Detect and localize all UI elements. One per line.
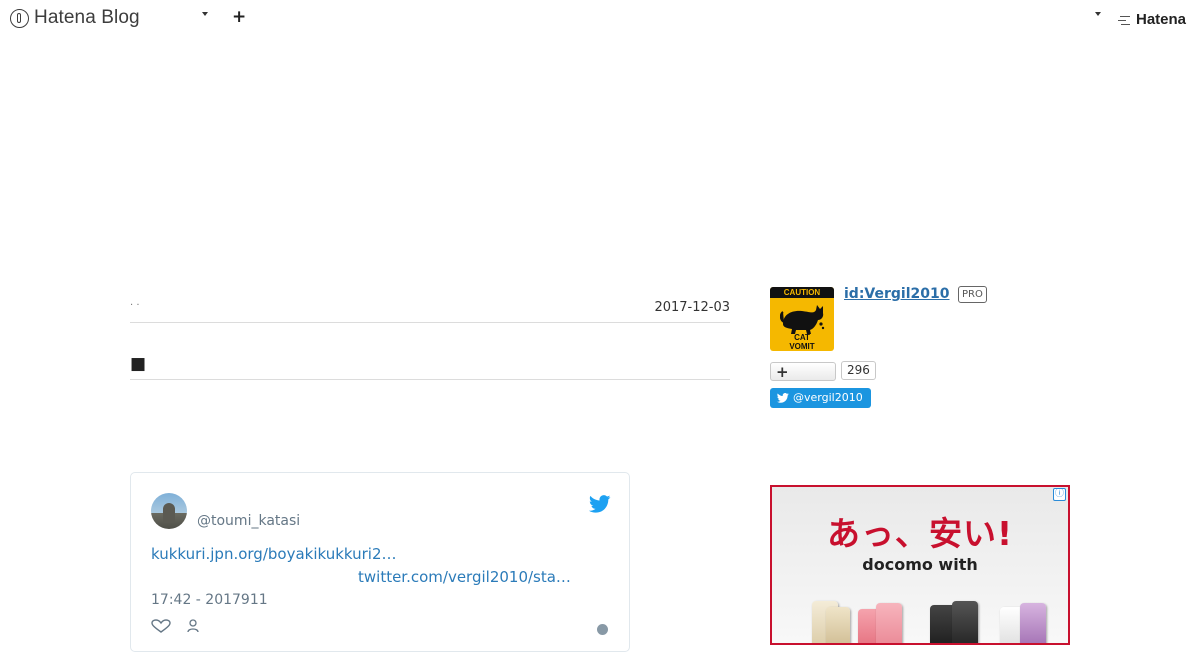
- ad-phone-pink-2: [876, 603, 902, 643]
- advertisement-banner[interactable]: ⓘ あっ、安い! docomo with: [770, 485, 1070, 645]
- embedded-tweet: @toumi_katasi kukkuri.jpn.org/boyakikukk…: [130, 472, 630, 652]
- blog-menu-chevron-down-icon[interactable]: [202, 12, 208, 16]
- tweet-link-2[interactable]: twitter.com/vergil2010/sta…: [358, 568, 571, 586]
- hatena-mark-icon: [1118, 14, 1132, 26]
- ad-phone-gold-2: [826, 607, 850, 643]
- ad-phone-purple: [1020, 603, 1046, 643]
- heart-icon[interactable]: [151, 619, 171, 633]
- hatena-blog-logo-text: Hatena Blog: [34, 7, 140, 28]
- entry-title-text[interactable]: ■: [130, 354, 146, 374]
- date-prefix: · ·: [130, 300, 140, 311]
- hatena-blog-logo-icon: [10, 8, 29, 28]
- ad-subheadline: docomo with: [862, 555, 978, 574]
- hatena-blog-logo[interactable]: Hatena Blog: [10, 7, 140, 29]
- profile-icon-caution-text: CAUTION: [770, 287, 834, 298]
- twitter-follow-label: @vergil2010: [793, 391, 863, 404]
- pro-badge: PRO: [958, 286, 987, 303]
- profile-icon-bottom-label: CAT VOMIT: [789, 333, 815, 351]
- profile-icon-bottom-text: CAT VOMIT: [770, 333, 834, 351]
- entry-date[interactable]: 2017-12-03: [654, 300, 730, 315]
- twitter-bird-icon[interactable]: [589, 495, 611, 513]
- global-header: Hatena Blog + Hatena: [0, 0, 1200, 38]
- ad-headline: あっ、安い!: [826, 514, 1014, 553]
- user-menu-chevron-down-icon[interactable]: [1095, 12, 1101, 16]
- hatena-logo-text: Hatena: [1136, 11, 1187, 28]
- tweet-timestamp[interactable]: 17:42 - 2017911: [151, 592, 268, 608]
- subscribe-button[interactable]: +: [770, 362, 836, 381]
- entry-date-row: · · 2017-12-03: [130, 298, 730, 323]
- tweet-avatar[interactable]: [151, 493, 187, 529]
- ad-phone-black-2: [952, 601, 978, 643]
- entry-title: ■: [130, 354, 730, 380]
- tweet-handle[interactable]: @toumi_katasi: [197, 513, 300, 529]
- cat-silhouette-icon: [780, 305, 825, 334]
- subscriber-count: 296: [841, 361, 876, 380]
- profile-avatar[interactable]: CAUTION CAT VOMIT: [770, 287, 834, 351]
- add-plus-icon[interactable]: +: [232, 9, 246, 26]
- tweet-link-1[interactable]: kukkuri.jpn.org/boyakikukkuri2…: [151, 545, 397, 563]
- twitter-bird-icon-small: [777, 393, 789, 403]
- hatena-logo[interactable]: Hatena: [1118, 11, 1186, 28]
- ad-info-icon[interactable]: ⓘ: [1053, 488, 1066, 501]
- plus-icon: +: [776, 363, 789, 381]
- person-icon[interactable]: [187, 619, 199, 633]
- profile-id-link[interactable]: id:Vergil2010: [844, 286, 949, 302]
- twitter-follow-button[interactable]: @vergil2010: [770, 388, 871, 408]
